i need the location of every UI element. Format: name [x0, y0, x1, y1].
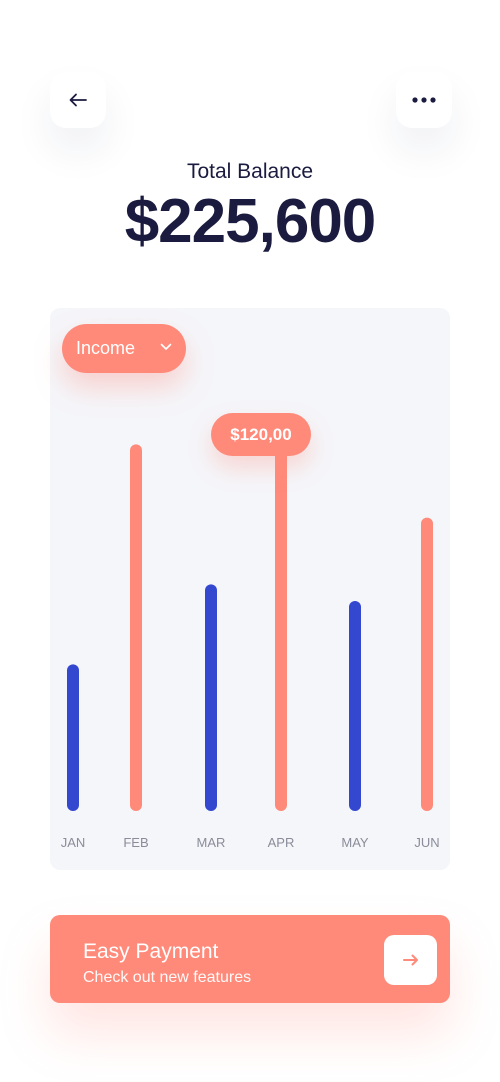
bar-mar[interactable] [205, 584, 217, 811]
chevron-down-icon [160, 343, 172, 350]
dropdown-selected-value: Income [76, 338, 136, 358]
bar-jan[interactable] [67, 664, 79, 811]
x-tick-label: APR [268, 835, 295, 850]
bar-jun[interactable] [421, 517, 433, 811]
x-tick-label: MAR [197, 835, 226, 850]
x-tick-label: FEB [123, 835, 148, 850]
promo-arrow-button[interactable] [384, 935, 437, 985]
promo-title: Easy Payment [83, 940, 219, 963]
promo-subtitle: Check out new features [83, 969, 252, 986]
bar-feb[interactable] [130, 444, 142, 811]
x-tick-label: JAN [61, 835, 86, 850]
bar-may[interactable] [349, 601, 361, 811]
income-dropdown[interactable]: Income [62, 324, 186, 373]
easy-payment-card[interactable]: Easy Payment Check out new features [50, 915, 450, 1003]
x-tick-label: MAY [341, 835, 369, 850]
x-tick-label: JUN [414, 835, 439, 850]
value-tooltip: $120,00 [211, 413, 311, 456]
bar-apr[interactable] [275, 427, 287, 811]
arrow-right-icon [402, 954, 418, 966]
